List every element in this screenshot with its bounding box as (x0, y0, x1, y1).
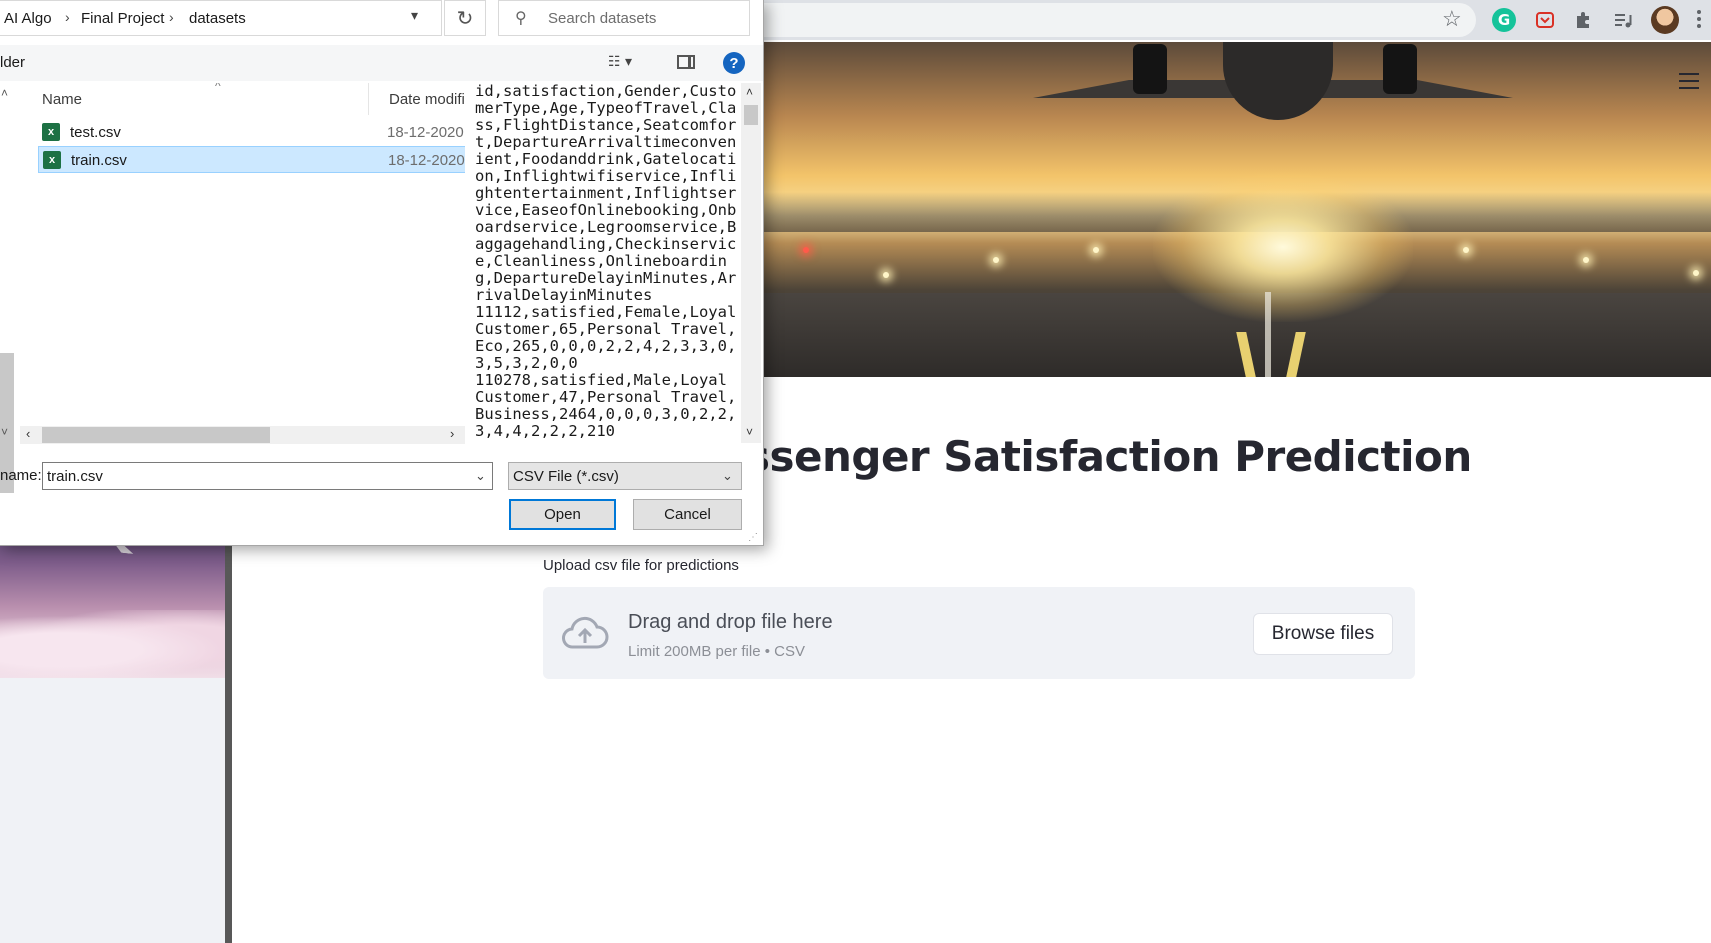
chevron-up-icon[interactable]: ˄ (1, 86, 8, 100)
chevron-down-icon[interactable]: ˅ (1, 425, 8, 439)
resize-grip-icon[interactable]: ⋰ (748, 532, 758, 543)
address-bar[interactable] (742, 3, 1476, 37)
horizontal-scrollbar-thumb[interactable] (42, 427, 270, 443)
chevron-right-icon[interactable]: › (450, 426, 454, 441)
excel-file-icon: x (43, 151, 61, 169)
profile-avatar[interactable] (1651, 6, 1679, 34)
breadcrumb[interactable]: AI Algo › Final Project › datasets ▾ (0, 0, 442, 36)
filename-label: name: (0, 467, 42, 484)
chevron-up-icon[interactable]: ˄ (746, 85, 753, 99)
extensions-icon[interactable] (1571, 8, 1595, 32)
open-button[interactable]: Open (509, 499, 616, 530)
pocket-icon[interactable] (1533, 8, 1557, 32)
preview-scrollbar-thumb[interactable] (744, 105, 758, 125)
upload-cloud-icon (562, 616, 609, 649)
file-dropzone[interactable]: Drag and drop file here Limit 200MB per … (543, 587, 1415, 679)
dialog-address-row: AI Algo › Final Project › datasets ▾ ↻ ⚲… (0, 0, 763, 38)
search-icon: ⚲ (515, 8, 527, 27)
page-title: ssenger Satisfaction Prediction (745, 432, 1472, 481)
file-name: test.csv (70, 124, 121, 141)
preview-pane: id,satisfaction,Gender,CustomerType,Age,… (470, 83, 738, 443)
sort-ascending-icon: ^ (215, 83, 221, 93)
breadcrumb-item[interactable]: AI Algo (4, 10, 52, 27)
column-header-date[interactable]: Date modified (368, 83, 465, 115)
dialog-toolbar: lder ☷ ▾ ? (0, 45, 763, 81)
column-label-date: Date modified (389, 90, 465, 108)
file-type-select[interactable]: CSV File (*.csv) (508, 462, 742, 490)
dropzone-limit: Limit 200MB per file • CSV (628, 643, 805, 660)
sidebar-resize-handle[interactable] (225, 500, 232, 943)
breadcrumb-item[interactable]: Final Project (81, 10, 164, 27)
file-date: 18-12-2020 09: (388, 152, 465, 169)
file-date: 18-12-2020 09: (387, 124, 465, 141)
file-preview-text: id,satisfaction,Gender,CustomerType,Age,… (475, 83, 737, 440)
search-input[interactable]: ⚲ Search datasets (498, 0, 750, 36)
grammarly-icon[interactable]: G (1492, 8, 1516, 32)
menu-icon[interactable] (1697, 10, 1701, 31)
hero-banner-image (763, 42, 1711, 377)
file-list: ^ Name Date modified x test.csv 18-12-20… (20, 83, 465, 443)
file-name: train.csv (71, 152, 127, 169)
star-icon[interactable]: ☆ (1442, 6, 1462, 32)
chevron-right-icon: › (169, 9, 174, 25)
search-placeholder: Search datasets (548, 10, 657, 27)
refresh-icon[interactable]: ↻ (444, 0, 486, 36)
chevron-right-icon: › (65, 9, 70, 25)
filename-input[interactable] (42, 462, 493, 490)
upload-label: Upload csv file for predictions (543, 557, 739, 574)
file-row-train-csv[interactable]: x train.csv 18-12-2020 09: (38, 146, 465, 173)
column-header-name[interactable]: ^ Name (42, 83, 378, 115)
open-file-dialog: AI Algo › Final Project › datasets ▾ ↻ ⚲… (0, 0, 764, 546)
preview-pane-toggle-icon[interactable] (677, 55, 695, 69)
chevron-down-icon[interactable]: ˅ (746, 425, 753, 439)
cancel-button[interactable]: Cancel (633, 499, 742, 530)
horizontal-scrollbar[interactable]: ‹ › (20, 426, 465, 444)
navigation-pane[interactable] (0, 83, 16, 493)
new-folder-button[interactable]: lder (0, 54, 25, 71)
help-icon[interactable]: ? (723, 52, 745, 74)
file-row-test-csv[interactable]: x test.csv 18-12-2020 09: (38, 119, 465, 146)
media-control-icon[interactable] (1611, 8, 1635, 32)
browse-files-button[interactable]: Browse files (1253, 613, 1393, 655)
chevron-down-icon[interactable]: ⌄ (722, 468, 733, 484)
dropzone-title: Drag and drop file here (628, 611, 833, 633)
preview-scrollbar[interactable]: ˄ ˅ (741, 83, 761, 443)
chevron-left-icon[interactable]: ‹ (26, 426, 30, 441)
hamburger-menu-icon[interactable] (1679, 73, 1699, 89)
excel-file-icon: x (42, 123, 60, 141)
chevron-down-icon[interactable]: ▾ (411, 7, 418, 24)
view-options-icon[interactable]: ☷ ▾ (608, 54, 632, 70)
chevron-down-icon[interactable]: ⌄ (475, 468, 486, 484)
breadcrumb-item[interactable]: datasets (189, 10, 246, 27)
file-type-value: CSV File (*.csv) (513, 468, 619, 485)
column-label-name: Name (42, 90, 83, 108)
